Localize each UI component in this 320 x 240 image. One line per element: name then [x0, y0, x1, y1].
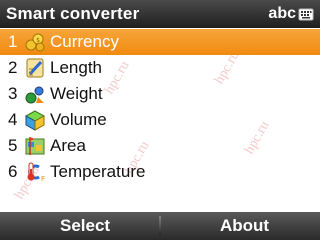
- converter-menu: 1 $ Currency 2 Length 3 Weight 4 Volume …: [0, 29, 320, 185]
- app-title: Smart converter: [6, 4, 140, 23]
- select-softkey[interactable]: Select: [60, 212, 110, 240]
- title-bar: Smart converter abc: [0, 0, 320, 28]
- menu-item-label: Weight: [50, 84, 103, 103]
- menu-item-number: 4: [8, 110, 18, 129]
- menu-item-length[interactable]: 2 Length: [0, 55, 320, 81]
- menu-item-area[interactable]: 5 Area: [0, 133, 320, 159]
- input-mode-indicator[interactable]: abc: [268, 3, 314, 25]
- menu-item-number: 3: [8, 84, 18, 103]
- menu-item-currency[interactable]: 1 $ Currency: [0, 29, 320, 55]
- thermometer-icon: F: [24, 161, 46, 183]
- menu-item-label: Volume: [50, 110, 107, 129]
- svg-text:$: $: [36, 37, 40, 44]
- svg-text:F: F: [41, 175, 45, 183]
- softkey-divider: [159, 216, 161, 236]
- menu-item-label: Temperature: [50, 162, 146, 181]
- menu-item-number: 2: [8, 58, 18, 77]
- menu-item-temperature[interactable]: 6 F Temperature: [0, 159, 320, 185]
- keyboard-icon: [298, 5, 314, 23]
- coins-icon: $: [24, 31, 46, 53]
- menu-item-weight[interactable]: 3 Weight: [0, 81, 320, 107]
- menu-item-number: 6: [8, 162, 18, 181]
- menu-item-label: Currency: [50, 32, 119, 51]
- menu-item-label: Area: [50, 136, 86, 155]
- menu-item-volume[interactable]: 4 Volume: [0, 107, 320, 133]
- weight-icon: [24, 83, 46, 105]
- about-softkey[interactable]: About: [220, 212, 269, 240]
- ruler-icon: [24, 57, 46, 79]
- softkey-bar: Select About: [0, 212, 320, 240]
- menu-item-number: 5: [8, 136, 18, 155]
- map-icon: [24, 135, 46, 157]
- menu-item-number: 1: [8, 32, 18, 51]
- cube-icon: [24, 109, 46, 131]
- smart-converter-screen: hpc.ru hpc.ru hpc.ru hpc.ru hpc.ru Smart…: [0, 0, 320, 240]
- menu-item-label: Length: [50, 58, 102, 77]
- input-mode-label: abc: [268, 5, 296, 22]
